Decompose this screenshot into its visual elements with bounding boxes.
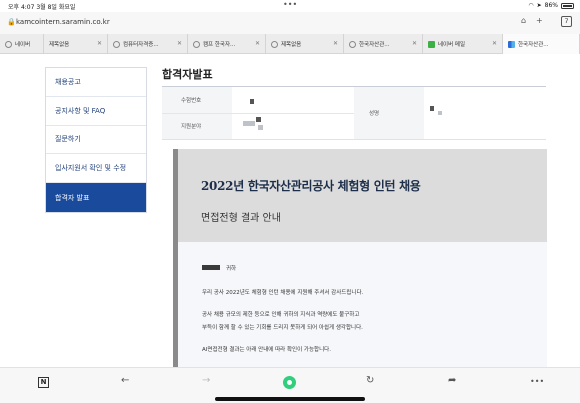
globe-icon <box>349 40 356 48</box>
sidebar-item-application-edit[interactable]: 입사지원서 확인 및 수정 <box>46 154 146 184</box>
close-icon[interactable]: ✕ <box>492 40 497 47</box>
redacted-field-b <box>256 117 261 122</box>
globe-icon <box>113 40 120 48</box>
applicant-no-label: 수험번호 <box>181 98 202 104</box>
url-text[interactable]: kamcointern.saramin.co.kr <box>16 18 110 26</box>
close-icon[interactable]: ✕ <box>333 40 338 47</box>
sidebar-item-notice-faq[interactable]: 공지사항 및 FAQ <box>46 97 146 126</box>
notice-paragraph-1: 우리 공사 2022년도 체험형 인턴 채용에 지원해 주셔서 감사드립니다. <box>202 290 364 296</box>
notice-header: 2022년 한국자산관리공사 체험형 인턴 채용 면접전형 결과 안내 <box>178 149 547 242</box>
reload-icon[interactable]: ↻ <box>366 375 374 386</box>
notice-paragraph-2a: 공사 채용 규모의 제한 등으로 인해 귀하의 지식과 역량에도 불구하고 <box>202 312 360 318</box>
page-title: 합격자발표 <box>162 68 213 81</box>
globe-icon <box>5 40 12 48</box>
tab-naver-mail[interactable]: 네이버 메일 ✕ <box>423 34 503 54</box>
field-label: 지원분야 <box>181 124 202 130</box>
close-icon[interactable]: ✕ <box>255 40 260 47</box>
green-home-icon[interactable] <box>283 376 296 389</box>
sidebar-item-ask-question[interactable]: 질문하기 <box>46 126 146 155</box>
bottom-toolbar: N ← → ↻ ➦ ••• <box>0 367 580 403</box>
globe-icon <box>193 40 200 48</box>
browser-window: 오후 4:07 3월 8일 화요일 ••• ◠ ➤ 86% 🔒 kamcoint… <box>0 0 580 403</box>
back-icon[interactable]: ← <box>121 375 129 386</box>
notice-paragraph-3: AI면접전형 결과는 아래 안내에 따라 확인이 가능합니다. <box>202 347 331 353</box>
redacted-name-a <box>430 106 434 111</box>
tab-count-button[interactable]: 7 <box>561 16 572 27</box>
web-page: 채용공고 공지사항 및 FAQ 질문하기 입사지원서 확인 및 수정 합격자 발… <box>0 55 580 367</box>
sidebar-item-job-postings[interactable]: 채용공고 <box>46 68 146 97</box>
side-navigation: 채용공고 공지사항 및 FAQ 질문하기 입사지원서 확인 및 수정 합격자 발… <box>45 67 147 213</box>
redacted-recipient <box>202 265 220 270</box>
result-notice: 2022년 한국자산관리공사 체험형 인턴 채용 면접전형 결과 안내 귀하 우… <box>173 149 547 367</box>
naver-n-icon[interactable]: N <box>38 377 49 388</box>
applicant-info-table: 수험번호 지원분야 성명 <box>162 86 546 140</box>
home-indicator <box>215 397 365 401</box>
wifi-icon: ◠ <box>528 2 534 9</box>
share-icon[interactable]: ➦ <box>448 375 456 386</box>
sidebar-item-results[interactable]: 합격자 발표 <box>46 183 146 212</box>
status-time: 오후 4:07 3월 8일 화요일 <box>8 4 76 11</box>
share-icon[interactable]: ⌂ <box>521 16 526 25</box>
close-icon[interactable]: ✕ <box>97 40 102 47</box>
notice-greeting: 귀하 <box>226 266 237 272</box>
lock-icon: 🔒 <box>7 18 16 26</box>
redacted-field-c <box>258 125 263 130</box>
redacted-name-b <box>438 111 442 115</box>
close-icon[interactable]: ✕ <box>177 40 182 47</box>
status-bar: 오후 4:07 3월 8일 화요일 ••• ◠ ➤ 86% <box>0 0 580 12</box>
tab-untitled-2[interactable]: 제목없음 ✕ <box>266 34 344 54</box>
multitask-dots[interactable]: ••• <box>283 0 297 9</box>
kamco-icon <box>508 40 515 48</box>
notice-subtitle: 면접전형 결과 안내 <box>201 213 281 224</box>
notice-paragraph-2b: 부득이 함께 할 수 있는 기회를 드리지 못하게 되어 아쉽게 생각합니다. <box>202 325 363 331</box>
redacted-applicant-no <box>250 99 254 104</box>
forward-icon[interactable]: → <box>202 375 210 386</box>
redacted-field-a <box>243 121 255 126</box>
tab-naver[interactable]: 네이버 <box>0 34 44 54</box>
tab-computer-cert[interactable]: 컴퓨터자격증... ✕ <box>108 34 188 54</box>
tab-kamco-active[interactable]: 한국자산관... <box>503 34 580 54</box>
more-icon[interactable]: ••• <box>530 377 544 386</box>
address-bar[interactable]: 🔒 kamcointern.saramin.co.kr ⌂ + 7 <box>0 12 580 34</box>
new-tab-icon[interactable]: + <box>536 16 543 25</box>
close-icon[interactable]: ✕ <box>412 40 417 47</box>
tab-untitled-1[interactable]: 제목없음 ✕ <box>44 34 108 54</box>
status-right: ◠ ➤ 86% <box>528 2 574 9</box>
tab-kamco[interactable]: 한국자산관... ✕ <box>344 34 423 54</box>
name-label: 성명 <box>369 111 380 117</box>
notice-title: 2022년 한국자산관리공사 체험형 인턴 채용 <box>201 179 421 193</box>
tab-strip: 네이버 제목없음 ✕ 컴퓨터자격증... ✕ 캠프 한국자... ✕ 제목없음 … <box>0 34 580 54</box>
location-icon: ➤ <box>536 2 542 9</box>
naver-mail-icon <box>428 40 435 48</box>
globe-icon <box>271 40 278 48</box>
tab-camp[interactable]: 캠프 한국자... ✕ <box>188 34 266 54</box>
battery-icon <box>561 2 574 9</box>
battery-percent: 86% <box>544 2 558 9</box>
